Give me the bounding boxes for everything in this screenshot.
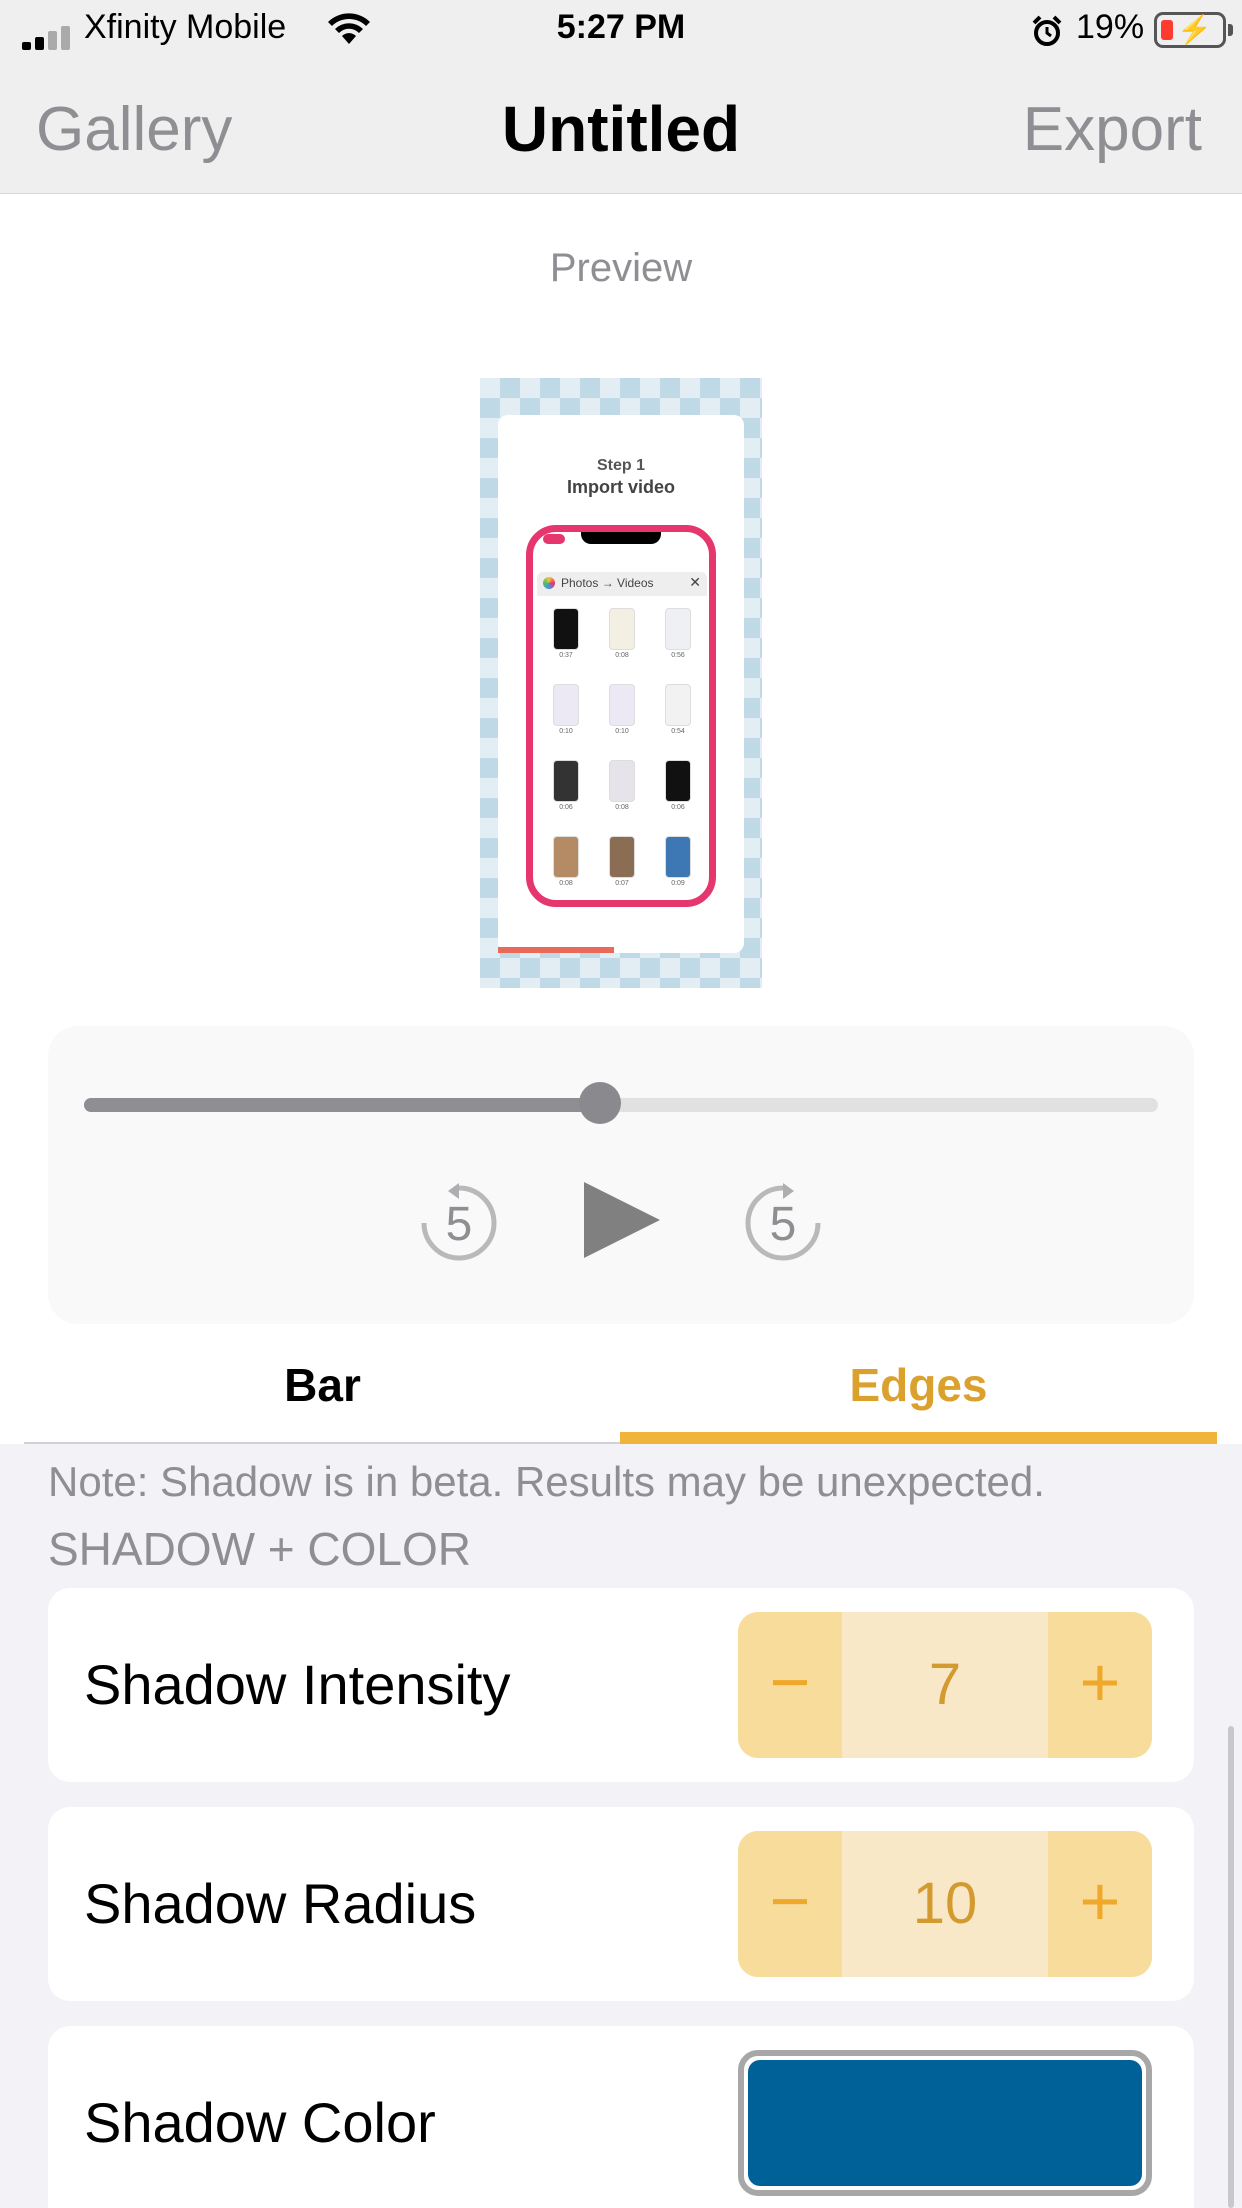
decrement-button[interactable]: − [738,1831,842,1977]
tab-edges[interactable]: Edges [620,1340,1217,1430]
skip-forward-label: 5 [770,1198,797,1251]
increment-button[interactable]: + [1048,1831,1152,1977]
preview-step-label: Step 1 [596,457,645,474]
battery-percent: 19% [1076,8,1145,46]
shadow-radius-value: 10 [912,1871,978,1936]
video-thumbnail [609,608,635,650]
video-thumbnail [665,684,691,726]
video-duration: 0:06 [671,804,685,811]
beta-note: Note: Shadow is in beta. Results may be … [48,1458,1045,1505]
playback-panel [48,1026,1194,1324]
skip-back-label: 5 [446,1198,473,1251]
shadow-radius-label: Shadow Radius [84,1872,477,1935]
preview-phone-mockup: Photos → Videos ✕ 0:37 0:08 0:56 0:10 0:10 0:… [526,525,716,907]
video-duration: 0:08 [615,804,629,811]
shadow-intensity-value: 7 [928,1652,962,1717]
video-thumbnail [553,684,579,726]
battery-icon: ⚡ [1154,12,1233,48]
section-header: SHADOW + COLOR [48,1523,472,1575]
close-icon: ✕ [689,574,701,590]
tab-divider [24,1442,621,1444]
alarm-clock-icon [1032,15,1062,46]
video-duration: 0:08 [559,880,573,887]
shadow-intensity-stepper: − 7 + [738,1612,1152,1758]
phone-sheet-title: Photos → Videos [561,576,654,590]
shadow-intensity-label: Shadow Intensity [84,1653,511,1716]
video-duration: 0:56 [671,652,685,659]
video-duration: 0:07 [615,880,629,887]
skip-back-5-icon[interactable]: 5 [416,1180,502,1266]
video-thumbnail [553,836,579,878]
shadow-radius-stepper: − 10 + [738,1831,1152,1977]
video-duration: 0:08 [615,652,629,659]
video-duration: 0:06 [559,804,573,811]
preview-card: Step 1 Import video Photos → Videos ✕ 0:… [498,415,744,953]
shadow-color-swatch [748,2060,1142,2186]
scrubber-progress [84,1098,600,1112]
video-duration: 0:37 [559,652,573,659]
shadow-color-well[interactable] [738,2050,1152,2196]
shadow-color-label: Shadow Color [84,2091,436,2154]
scrubber-handle[interactable] [578,1082,621,1124]
play-icon[interactable] [582,1180,662,1260]
preview-progress-bar [498,947,614,953]
video-thumbnail [609,760,635,802]
export-button[interactable]: Export [1023,94,1202,165]
video-thumbnail [609,836,635,878]
video-thumbnail [609,684,635,726]
preview-label: Preview [549,246,693,290]
status-bar: Xfinity Mobile 5:27 PM 19% ⚡ [0,0,1242,62]
increment-button[interactable]: + [1048,1612,1152,1758]
video-duration: 0:09 [671,880,685,887]
video-thumbnail [665,608,691,650]
video-thumbnail [665,836,691,878]
tab-bar[interactable]: Bar [24,1340,621,1430]
video-duration: 0:54 [671,728,685,735]
tab-selected-indicator [620,1432,1217,1444]
decrement-button[interactable]: − [738,1612,842,1758]
video-duration: 0:10 [615,728,629,735]
video-thumbnail [553,608,579,650]
skip-forward-5-icon[interactable]: 5 [740,1180,826,1266]
navigation-bar: Gallery Untitled Export [0,62,1242,194]
video-duration: 0:10 [559,728,573,735]
scrollbar[interactable] [1228,1726,1234,2208]
shadow-color-row: Shadow Color [48,2026,1194,2208]
shadow-intensity-row: Shadow Intensity − 7 + [48,1588,1194,1782]
video-thumbnail [553,760,579,802]
preview-step-title: Import video [566,477,675,497]
video-thumbnail [665,760,691,802]
photos-app-icon [543,577,555,589]
shadow-radius-row: Shadow Radius − 10 + [48,1807,1194,2001]
